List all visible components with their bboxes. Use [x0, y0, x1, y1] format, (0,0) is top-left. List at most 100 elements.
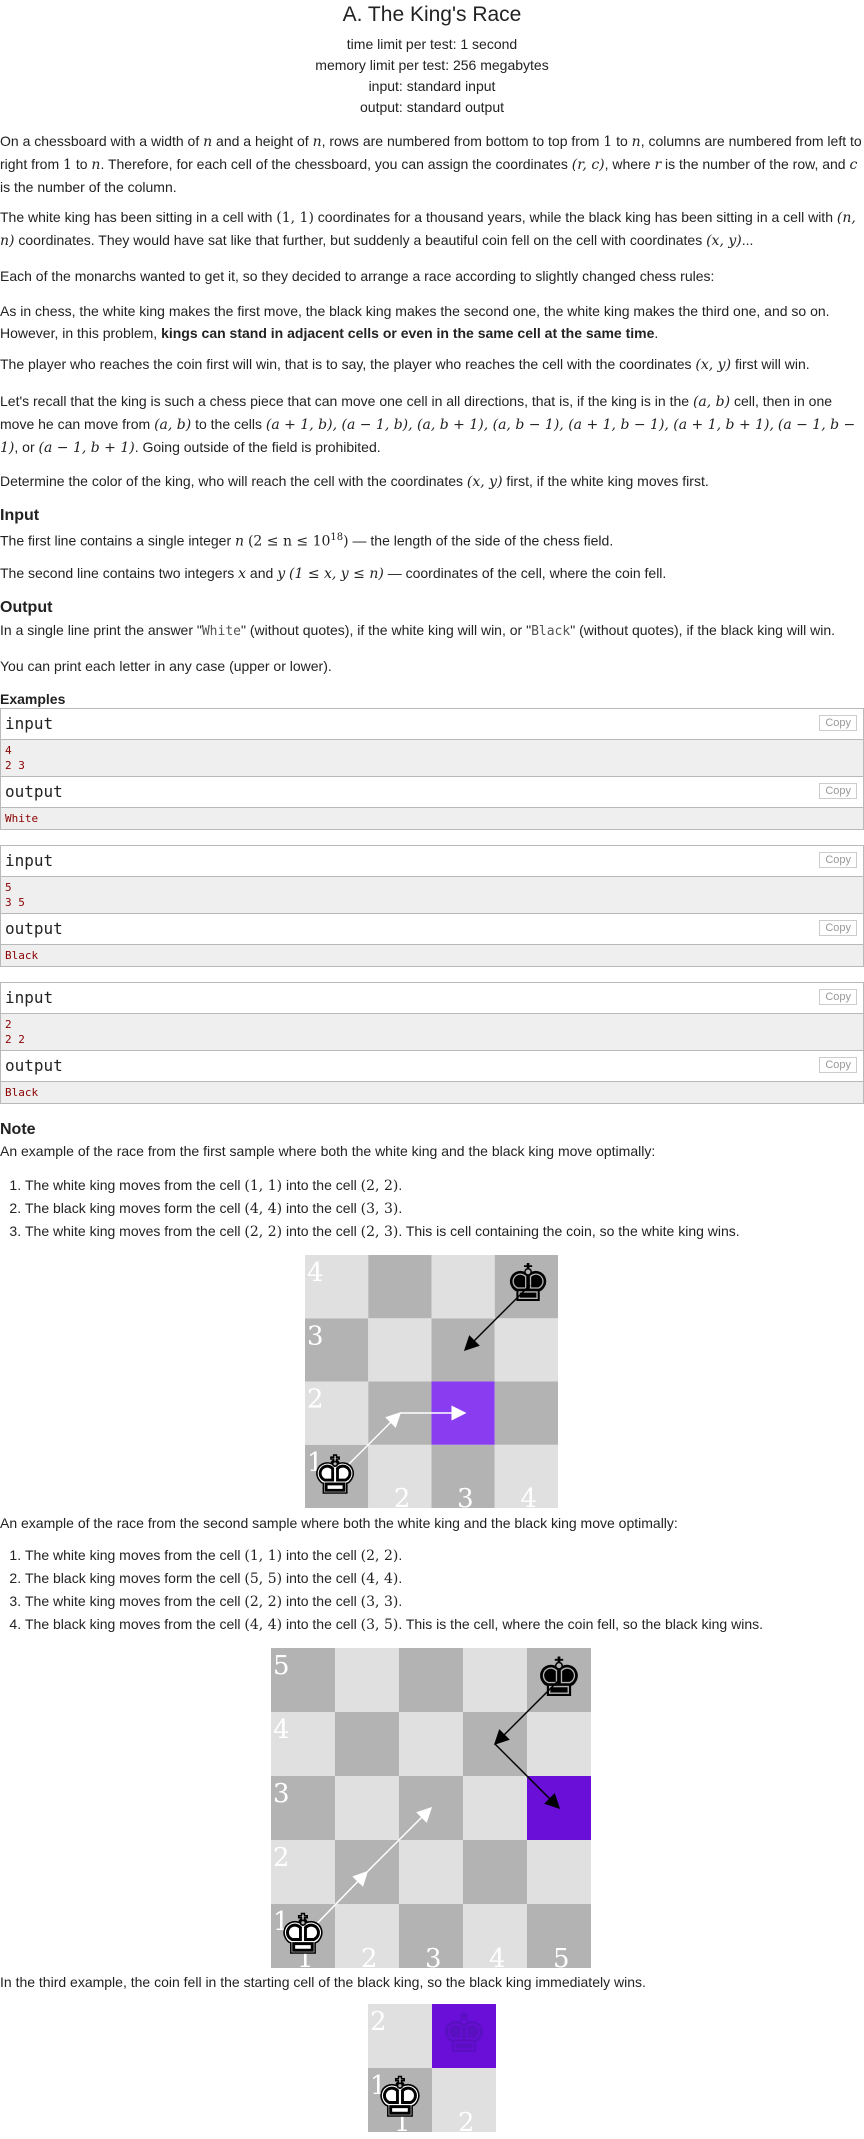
input-line: 4 [5, 744, 12, 757]
input-line-1: The first line contains a single integer… [0, 532, 614, 550]
column-label: 4 [520, 1484, 537, 1508]
text: . Therefore, for each cell of the chessb… [100, 156, 572, 172]
board-cell [527, 1712, 591, 1776]
text: to [612, 133, 632, 149]
input-line: 2 [5, 1018, 12, 1031]
column-label: 2 [361, 1944, 378, 1968]
math: n [312, 134, 322, 150]
math: 18 [330, 532, 344, 543]
math: (x, y) [466, 474, 503, 490]
list-item: The white king moves from the cell (2, 2… [25, 1590, 763, 1613]
list-item: The black king moves form the cell (5, 5… [25, 1567, 763, 1590]
text: The first line contains a single integer [0, 532, 236, 549]
note-heading: Note [0, 1121, 36, 1138]
board-cell [431, 1318, 495, 1382]
input-label: input [5, 851, 54, 870]
input-heading: Input [0, 507, 40, 524]
example-output: Black [1, 1082, 863, 1103]
input-line-2: The second line contains two integers x … [0, 562, 864, 585]
input-label: input [5, 988, 54, 1007]
board-cell [494, 1381, 558, 1445]
input-file: input: standard input [368, 78, 496, 94]
copy-button[interactable]: Copy [819, 783, 857, 799]
text: and [246, 565, 278, 581]
text: In a single line print the answer " [0, 622, 202, 638]
math: n [203, 134, 213, 150]
math: (x, y) [695, 357, 732, 373]
math: (1, 1) [276, 210, 314, 226]
example-2: input Copy 53 5 output Copy Black [0, 845, 864, 967]
output-line-1: In a single line print the answer "White… [0, 619, 864, 643]
text: " (without quotes), if the white king wi… [241, 622, 532, 638]
board-cell [431, 1255, 495, 1319]
input-label: input [5, 714, 54, 733]
row-label: 2 [307, 1385, 324, 1415]
board-1-svg: 43212 3 4 ♚ ♚ [305, 1255, 558, 1514]
text: The player who reaches the coin first wi… [0, 356, 696, 372]
math: (2 ≤ n ≤ 10 [247, 533, 331, 550]
board-cell [399, 1840, 463, 1904]
statement-paragraph-7: Determine the color of the king, who wil… [0, 470, 864, 493]
text: to the cells [191, 416, 266, 432]
output-label: output [5, 782, 63, 801]
list-item: The white king moves from the cell (1, 1… [25, 1174, 740, 1197]
board-cell [368, 1255, 432, 1319]
output-line-2: You can print each letter in any case (u… [0, 658, 332, 674]
text: The second line contains two integers [0, 565, 239, 581]
copy-button[interactable]: Copy [819, 715, 857, 731]
board-cell [368, 1318, 432, 1382]
board-cell [399, 1648, 463, 1712]
math: 1 [603, 134, 613, 150]
black-king-icon: ♚ [505, 1255, 552, 1313]
text: — coordinates of the cell, where the coi… [383, 565, 667, 581]
row-label: 3 [307, 1321, 324, 1351]
input-line: 2 3 [5, 759, 25, 772]
problem-title: A. The King's Race [342, 3, 522, 26]
example-output-header: output Copy [1, 914, 863, 945]
example-output: White [1, 808, 863, 829]
board-cell [527, 1840, 591, 1904]
text: coordinates for a thousand years, while … [313, 209, 837, 225]
note-list-1: The white king moves from the cell (1, 1… [0, 1174, 740, 1243]
note-list-2: The white king moves from the cell (1, 1… [0, 1544, 763, 1636]
copy-button[interactable]: Copy [819, 989, 857, 1005]
column-label: 5 [553, 1944, 570, 1968]
copy-button[interactable]: Copy [819, 920, 857, 936]
math: n [631, 134, 641, 150]
example-input: 22 2 [1, 1014, 863, 1051]
example-output-header: output Copy [1, 777, 863, 808]
board-cell [463, 1776, 527, 1840]
text: to [71, 156, 92, 172]
board-3: 2112 ♚ ♚ [368, 2004, 496, 2138]
statement-paragraph-4: As in chess, the white king makes the fi… [0, 300, 864, 344]
copy-button[interactable]: Copy [819, 852, 857, 868]
column-label: 4 [489, 1944, 506, 1968]
black-king-icon: ♚ [535, 1648, 583, 1708]
input-line: 3 5 [5, 896, 25, 909]
output-heading: Output [0, 599, 53, 616]
row-label: 3 [273, 1779, 290, 1809]
text: . [654, 325, 659, 341]
board-cell [494, 1318, 558, 1382]
statement-paragraph-3: Each of the monarchs wanted to get it, s… [0, 268, 715, 284]
text: — the length of the side of the chess fi… [348, 532, 614, 549]
example-input: 53 5 [1, 877, 863, 914]
board-cell [399, 1712, 463, 1776]
output-label: output [5, 919, 63, 938]
text: , or [14, 439, 39, 455]
board-3-svg: 211 2 ♚ ♚ [368, 2004, 496, 2138]
statement-paragraph-1: On a chessboard with a width of n and a … [0, 130, 864, 198]
example-3: input Copy 22 2 output Copy Black [0, 982, 864, 1104]
text: first, if the white king moves first. [502, 473, 709, 489]
text: ... [741, 232, 754, 248]
example-output-header: output Copy [1, 1051, 863, 1082]
copy-button[interactable]: Copy [819, 1057, 857, 1073]
row-label: 5 [273, 1651, 290, 1681]
memory-limit: memory limit per test: 256 megabytes [315, 57, 549, 73]
list-item: The white king moves from the cell (2, 2… [25, 1220, 740, 1243]
row-label: 4 [307, 1258, 324, 1288]
black-king-icon: ♚ [440, 2004, 488, 2064]
white-king-icon: ♚ [279, 1905, 327, 1965]
code-text: White [201, 624, 241, 639]
math: (r, c) [571, 157, 605, 173]
